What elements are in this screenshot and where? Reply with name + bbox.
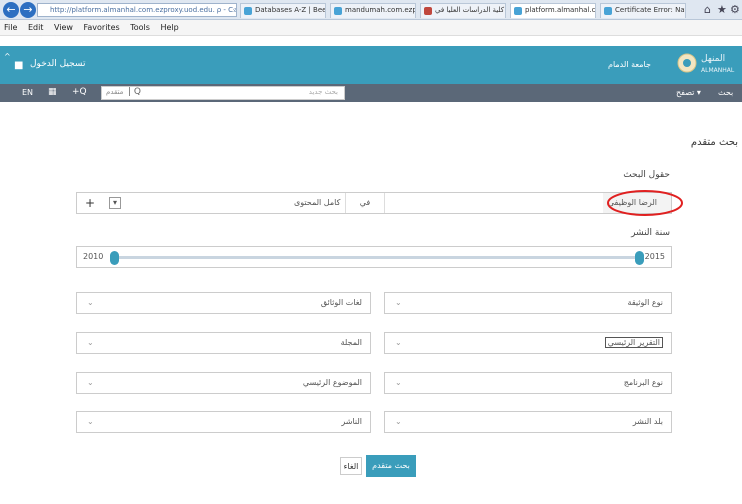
highlight-oval [607,190,683,216]
user-icon: ■ [14,60,24,71]
university-name: جامعة الدمام [608,60,651,69]
menu-edit[interactable]: Edit [28,23,44,32]
tab-favicon [334,7,342,15]
search-menu[interactable]: بحث [718,88,733,97]
login-link[interactable]: تسجيل الدخول [30,59,85,69]
star-icon[interactable]: ★ [717,3,727,16]
cancel-button[interactable]: الغاء [340,457,362,475]
tab-platform[interactable]: platform.almanhal.c... [510,3,596,18]
back-icon[interactable]: ← [3,2,19,18]
logo-text: ALMANHAL [701,67,735,74]
settings-icon[interactable]: ⚙ [730,3,740,16]
year-to-label: 2015 [644,252,665,261]
menu-view[interactable]: View [54,23,73,32]
home-icon[interactable]: ⌂ [704,3,711,16]
search-field-row: + ▾ كامل المحتوى في الرضا الوظيفي [76,192,672,214]
doc-type-select[interactable]: ⌄ نوع الوثيقة [384,292,672,314]
year-from-label: 2010 [83,252,104,261]
browse-menu[interactable]: تصفح ▾ [676,88,701,97]
logo-arabic: المنهل [701,54,726,64]
forward-icon[interactable]: → [20,2,36,18]
tab-favicon [514,7,522,15]
tab-databases[interactable]: Databases A-Z | Beera... [240,3,326,18]
menu-favorites[interactable]: Favorites [84,23,120,32]
main-report-select[interactable]: ⌄ التقرير الرئيسي [384,332,672,354]
address-bar[interactable]: http://platform.almanhal.com.ezproxy.uod… [37,3,237,17]
menu-tools[interactable]: Tools [130,23,150,32]
app-header: ^ ■ تسجيل الدخول جامعة الدمام المنهل ALM… [0,46,742,84]
journal-select[interactable]: ⌄ المجلة [76,332,371,354]
year-slider-handle-min[interactable] [110,251,119,265]
chevron-down-icon: ⌄ [87,338,94,347]
almanhal-logo-icon [677,53,697,73]
dropdown-toggle-icon[interactable]: ▾ [109,197,121,209]
in-label: في [345,193,385,213]
chevron-down-icon: ⌄ [87,298,94,307]
advanced-search-icon[interactable]: +Q [72,87,87,97]
chevron-down-icon: ⌄ [87,417,94,426]
year-slider-rail [114,256,638,259]
search-input[interactable]: متقدم | Q بحث جديد [101,86,345,100]
tab-graduate-studies[interactable]: كلية الدراسات العليا في ... [420,3,506,18]
menu-bar: File Edit View Favorites Tools Help [0,20,742,36]
search-placeholder: بحث جديد [308,88,338,96]
page-title: بحث متقدم [690,137,738,148]
menu-file[interactable]: File [4,23,17,32]
doc-language-select[interactable]: ⌄ لغات الوثائق [76,292,371,314]
publication-year-label: سنة النشر [631,228,670,238]
tab-favicon [424,7,432,15]
main-subject-select[interactable]: ⌄ الموضوع الرئيسي [76,372,371,394]
language-toggle[interactable]: EN [22,88,33,97]
country-select[interactable]: ⌄ بلد النشر [384,411,672,433]
search-icon[interactable]: | Q [128,87,141,97]
tab-favicon [244,7,252,15]
add-field-icon[interactable]: + [85,196,95,210]
chevron-down-icon: ⌄ [395,378,402,387]
scope-select[interactable]: كامل المحتوى [294,198,340,207]
menu-help[interactable]: Help [160,23,178,32]
year-slider-handle-max[interactable] [635,251,644,265]
tab-mandumah[interactable]: mandumah.com.ezp... [330,3,416,18]
chevron-down-icon: ⌄ [87,378,94,387]
program-type-select[interactable]: ⌄ نوع البرنامج [384,372,672,394]
caret-icon: ^ [4,52,11,61]
search-toolbar: EN ▦ +Q متقدم | Q بحث جديد تصفح ▾ بحث [0,84,742,102]
advanced-search-button[interactable]: بحث متقدم [366,455,416,477]
keyboard-icon[interactable]: ▦ [48,87,57,97]
publisher-select[interactable]: ⌄ الناشر [76,411,371,433]
tab-favicon [604,7,612,15]
browser-toolbar: ← → http://platform.almanhal.com.ezproxy… [0,0,742,20]
chevron-down-icon: ⌄ [395,298,402,307]
search-scope[interactable]: متقدم [106,88,123,96]
search-fields-label: حقول البحث [623,170,670,180]
address-text: http://platform.almanhal.com.ezproxy.uod… [50,6,237,14]
chevron-down-icon: ⌄ [395,417,402,426]
address-search-icon[interactable]: ρ - C [214,4,233,16]
chevron-down-icon: ⌄ [395,338,402,347]
tab-certificate-error[interactable]: Certificate Error: Navig... [600,3,686,18]
